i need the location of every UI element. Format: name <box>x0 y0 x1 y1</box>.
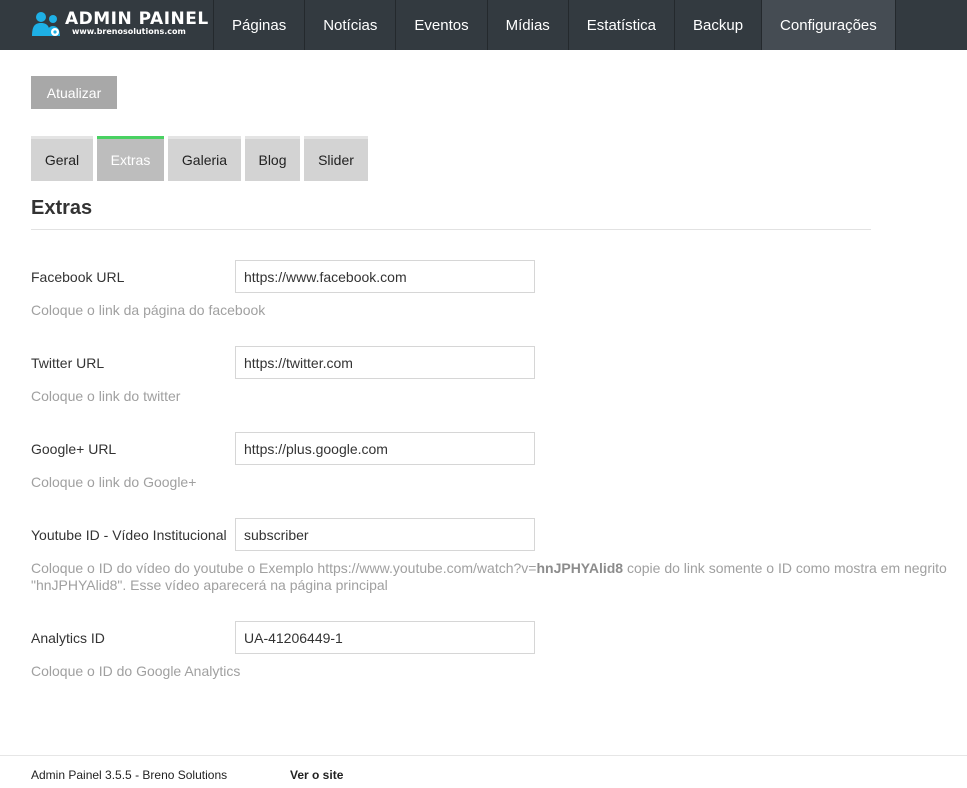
google-url-label: Google+ URL <box>31 441 117 457</box>
admin-users-icon <box>32 10 62 43</box>
facebook-url-label: Facebook URL <box>31 269 125 285</box>
twitter-url-help: Coloque o link do twitter <box>31 388 181 404</box>
youtube-help-example-id: hnJPHYAlid8 <box>536 560 624 576</box>
section-title: Extras <box>31 197 93 219</box>
tab-blog[interactable]: Blog <box>245 136 300 181</box>
nav-item-paginas[interactable]: Páginas <box>213 0 304 50</box>
view-site-link[interactable]: Ver o site <box>290 768 343 782</box>
youtube-help-text: Coloque o ID do vídeo do youtube o Exemp… <box>31 560 537 576</box>
twitter-url-label: Twitter URL <box>31 355 105 371</box>
analytics-id-input[interactable] <box>235 621 535 654</box>
youtube-id-help: Coloque o ID do vídeo do youtube o Exemp… <box>31 560 956 594</box>
tab-extras[interactable]: Extras <box>97 136 164 181</box>
tab-slider[interactable]: Slider <box>304 136 368 181</box>
logo-title: ADMIN PAINEL <box>65 9 209 29</box>
tab-geral[interactable]: Geral <box>31 136 93 181</box>
tab-galeria[interactable]: Galeria <box>168 136 241 181</box>
main-nav: Páginas Notícias Eventos Mídias Estatíst… <box>213 0 896 50</box>
analytics-id-help: Coloque o ID do Google Analytics <box>31 663 241 679</box>
footer-version: Admin Painel 3.5.5 - Breno Solutions <box>31 768 228 782</box>
analytics-id-label: Analytics ID <box>31 630 105 646</box>
google-url-help: Coloque o link do Google+ <box>31 474 197 490</box>
nav-item-estatistica[interactable]: Estatística <box>567 0 674 50</box>
settings-tabs: Geral Extras Galeria Blog Slider <box>31 136 372 181</box>
nav-item-noticias[interactable]: Notícias <box>304 0 395 50</box>
youtube-id-label: Youtube ID - Vídeo Institucional <box>31 527 227 543</box>
facebook-url-input[interactable] <box>235 260 535 293</box>
youtube-id-input[interactable] <box>235 518 535 551</box>
footer-divider <box>0 755 967 756</box>
nav-item-midias[interactable]: Mídias <box>486 0 568 50</box>
update-button[interactable]: Atualizar <box>31 76 117 109</box>
section-divider <box>31 229 871 230</box>
top-navbar: ADMIN PAINEL www.brenosolutions.com Pági… <box>0 0 967 50</box>
google-url-input[interactable] <box>235 432 535 465</box>
twitter-url-input[interactable] <box>235 346 535 379</box>
logo[interactable]: ADMIN PAINEL www.brenosolutions.com <box>32 9 208 43</box>
logo-subtitle: www.brenosolutions.com <box>72 27 186 36</box>
nav-item-eventos[interactable]: Eventos <box>395 0 486 50</box>
facebook-url-help: Coloque o link da página do facebook <box>31 302 266 318</box>
nav-item-configuracoes[interactable]: Configurações <box>761 0 896 50</box>
nav-item-backup[interactable]: Backup <box>674 0 761 50</box>
